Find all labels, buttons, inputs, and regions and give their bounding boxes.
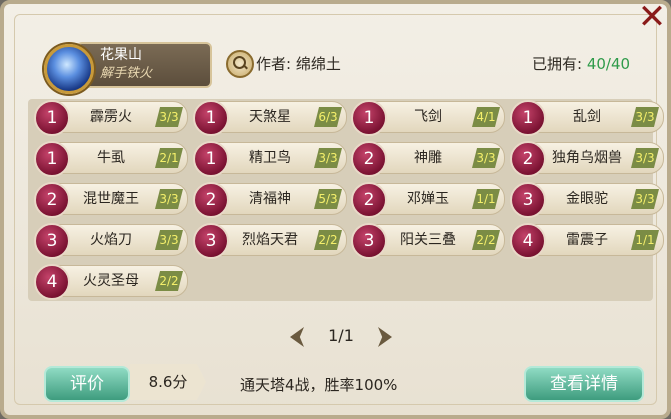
card-count-tag: 2/2 [155,271,183,291]
card-cost-badge: 4 [34,264,70,300]
card-count-tag: 5/3 [314,189,342,209]
card-name: 神雕 [414,150,442,166]
card-cost-badge: 2 [193,182,229,218]
card-name: 牛虱 [97,150,125,166]
card-count-tag: 3/3 [631,107,659,127]
card-item[interactable]: 2 清福神 5/3 [193,182,347,218]
card-name: 乱剑 [573,109,601,125]
card-item[interactable]: 1 精卫鸟 3/3 [193,141,347,177]
card-item[interactable]: 4 火灵圣母 2/2 [34,264,188,300]
card-cost-badge: 2 [351,182,387,218]
card-item[interactable]: 1 飞剑 4/1 [351,100,505,136]
author-label: 作者: 绵绵土 [256,55,341,73]
card-item[interactable]: 1 乱剑 3/3 [510,100,664,136]
deck-subtitle: 解手铁火 [100,66,153,81]
card-count-tag: 3/3 [631,148,659,168]
card-count-tag: 3/3 [631,189,659,209]
card-name: 精卫鸟 [249,150,291,166]
card-count-tag: 3/3 [155,107,183,127]
card-cost-badge: 1 [34,100,70,136]
card-item[interactable]: 3 火焰刀 3/3 [34,223,188,259]
card-name: 雷震子 [566,232,608,248]
card-name: 金眼驼 [566,191,608,207]
card-name: 霹雳火 [90,109,132,125]
card-name: 独角乌烟兽 [552,150,622,166]
card-item[interactable]: 3 金眼驼 3/3 [510,182,664,218]
card-cost-badge: 2 [351,141,387,177]
card-name: 混世魔王 [83,191,139,207]
owned-value: 40/40 [586,55,631,73]
card-name: 烈焰天君 [242,232,298,248]
magnifier-icon[interactable] [226,50,254,78]
card-cost-badge: 3 [34,223,70,259]
card-name: 邓婵玉 [407,191,449,207]
card-count-tag: 3/3 [155,189,183,209]
card-count-tag: 1/1 [472,189,500,209]
view-details-button[interactable]: 查看详情 [524,366,644,402]
card-count-tag: 2/2 [314,230,342,250]
card-item[interactable]: 2 混世魔王 3/3 [34,182,188,218]
card-count-tag: 3/3 [155,230,183,250]
card-count-tag: 1/1 [631,230,659,250]
card-cost-badge: 3 [193,223,229,259]
card-item[interactable]: 3 烈焰天君 2/2 [193,223,347,259]
card-cost-badge: 1 [351,100,387,136]
card-name: 天煞星 [249,109,291,125]
card-count-tag: 2/1 [155,148,183,168]
avatar[interactable] [44,44,94,94]
card-count-tag: 4/1 [472,107,500,127]
chevron-left-icon[interactable] [290,327,304,347]
page-indicator: 1/1 [328,326,354,345]
owned-label: 已拥有: [532,55,583,73]
card-name: 飞剑 [414,109,442,125]
card-cost-badge: 1 [193,141,229,177]
card-item[interactable]: 2 神雕 3/3 [351,141,505,177]
score-value: 8.6分 [130,364,206,400]
card-name: 火灵圣母 [83,273,139,289]
card-name: 火焰刀 [90,232,132,248]
card-item[interactable]: 4 雷震子 1/1 [510,223,664,259]
card-count-tag: 6/3 [314,107,342,127]
owned-count: 已拥有: 40/40 [532,53,630,74]
card-cost-badge: 3 [510,182,546,218]
rate-button[interactable]: 评价 [44,366,130,402]
card-name: 清福神 [249,191,291,207]
card-item[interactable]: 3 阳关三叠 2/2 [351,223,505,259]
card-item[interactable]: 1 天煞星 6/3 [193,100,347,136]
card-count-tag: 2/2 [472,230,500,250]
card-item[interactable]: 1 牛虱 2/1 [34,141,188,177]
deck-panel: ✕ 花果山 解手铁火 作者: 绵绵土 已拥有: 40/40 1 霹雳火 3/3 1 天煞… [0,0,671,419]
deck-name: 花果山 [100,47,142,63]
card-count-tag: 3/3 [472,148,500,168]
card-cost-badge: 4 [510,223,546,259]
chevron-right-icon[interactable] [378,327,392,347]
card-item[interactable]: 2 邓婵玉 1/1 [351,182,505,218]
card-cost-badge: 1 [510,100,546,136]
card-cost-badge: 2 [34,182,70,218]
card-name: 阳关三叠 [400,232,456,248]
card-cost-badge: 3 [351,223,387,259]
card-count-tag: 3/3 [314,148,342,168]
card-item[interactable]: 1 霹雳火 3/3 [34,100,188,136]
card-cost-badge: 2 [510,141,546,177]
battle-stats: 通天塔4战，胜率100% [240,376,398,394]
card-item[interactable]: 2 独角乌烟兽 3/3 [510,141,664,177]
close-icon[interactable]: ✕ [635,4,667,36]
card-cost-badge: 1 [193,100,229,136]
card-cost-badge: 1 [34,141,70,177]
